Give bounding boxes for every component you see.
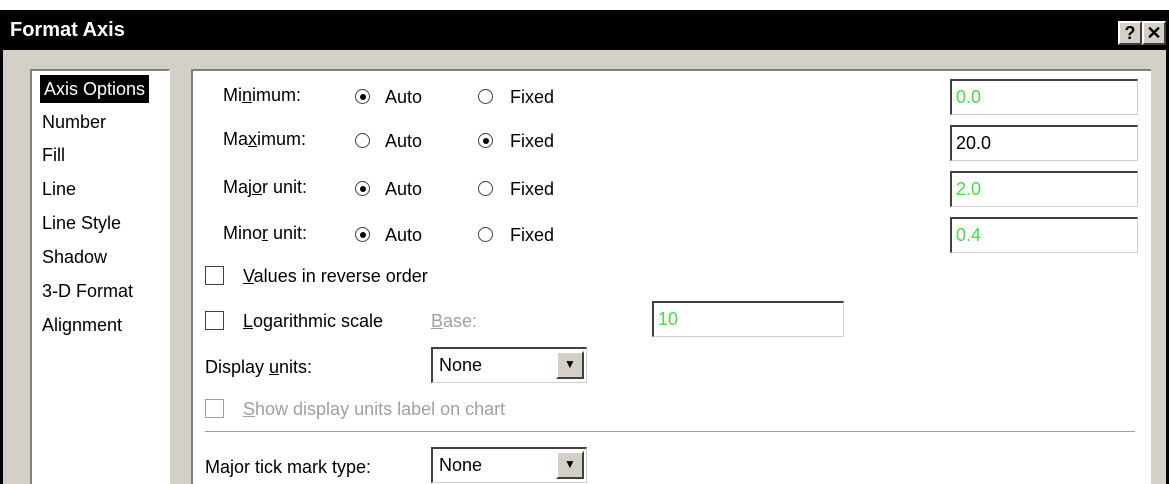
minor-unit-fixed-label: Fixed xyxy=(510,225,555,245)
major-tick-label: Major tick mark type: xyxy=(205,457,372,477)
maximum-label: Maximum: xyxy=(223,129,307,149)
sidebar-item-line-style[interactable]: Line Style xyxy=(42,209,121,237)
major-unit-auto-radio[interactable] xyxy=(355,181,370,196)
log-base-label: Base: xyxy=(431,311,478,331)
maximum-fixed-radio[interactable] xyxy=(478,133,493,148)
minor-unit-value-input[interactable]: 0.4 xyxy=(950,217,1138,253)
display-units-label: Display units: xyxy=(205,357,313,377)
sidebar-item-number[interactable]: Number xyxy=(42,108,106,136)
minimum-auto-radio[interactable] xyxy=(355,89,370,104)
major-unit-value-input[interactable]: 2.0 xyxy=(950,171,1138,207)
reverse-order-checkbox[interactable] xyxy=(205,266,224,285)
minimum-value-input[interactable]: 0.0 xyxy=(950,79,1138,115)
major-unit-fixed-label: Fixed xyxy=(510,179,555,199)
display-units-value: None xyxy=(439,355,483,375)
minimum-auto-label: Auto xyxy=(385,87,423,107)
sidebar-item-3d-format[interactable]: 3-D Format xyxy=(42,277,133,305)
chevron-down-icon[interactable]: ▼ xyxy=(556,351,584,379)
minor-unit-label: Minor unit: xyxy=(223,223,308,243)
display-units-select[interactable]: None ▼ xyxy=(431,347,587,383)
section-divider xyxy=(205,431,1135,432)
sidebar-item-axis-options[interactable]: Axis Options xyxy=(40,75,150,103)
title-bar: Format Axis ? ✕ xyxy=(0,10,1169,50)
maximum-auto-radio[interactable] xyxy=(355,133,370,148)
major-unit-label: Major unit: xyxy=(223,177,308,197)
close-button[interactable]: ✕ xyxy=(1142,21,1166,45)
chevron-down-icon[interactable]: ▼ xyxy=(556,451,584,479)
log-scale-label: Logarithmic scale xyxy=(243,311,384,331)
minimum-fixed-label: Fixed xyxy=(510,87,555,107)
sidebar-item-alignment[interactable]: Alignment xyxy=(42,311,122,339)
major-tick-select[interactable]: None ▼ xyxy=(431,447,587,483)
maximum-auto-label: Auto xyxy=(385,131,423,151)
category-list: Axis Options Number Fill Line Line Style… xyxy=(30,69,170,484)
major-tick-value: None xyxy=(439,455,483,475)
maximum-fixed-label: Fixed xyxy=(510,131,555,151)
help-button[interactable]: ? xyxy=(1118,21,1142,45)
log-scale-checkbox[interactable] xyxy=(205,311,224,330)
sidebar-item-fill[interactable]: Fill xyxy=(42,141,65,169)
minor-unit-auto-label: Auto xyxy=(385,225,423,245)
minor-unit-auto-radio[interactable] xyxy=(355,227,370,242)
show-units-label-checkbox[interactable] xyxy=(205,399,224,418)
minimum-fixed-radio[interactable] xyxy=(478,89,493,104)
window-title: Format Axis xyxy=(10,19,125,41)
minor-unit-fixed-radio[interactable] xyxy=(478,227,493,242)
major-unit-auto-label: Auto xyxy=(385,179,423,199)
sidebar-item-shadow[interactable]: Shadow xyxy=(42,243,107,271)
top-strip xyxy=(0,0,1169,10)
maximum-value-input[interactable]: 20.0 xyxy=(950,125,1138,161)
log-base-input[interactable]: 10 xyxy=(652,301,844,337)
reverse-order-label: Values in reverse order xyxy=(243,266,428,286)
sidebar-item-line[interactable]: Line xyxy=(42,175,76,203)
minimum-label: Minimum: xyxy=(223,85,302,105)
show-units-label-text: Show display units label on chart xyxy=(243,399,506,419)
major-unit-fixed-radio[interactable] xyxy=(478,181,493,196)
axis-options-panel: Minimum: Auto Fixed 0.0 Maximum: Auto Fi… xyxy=(191,69,1151,484)
